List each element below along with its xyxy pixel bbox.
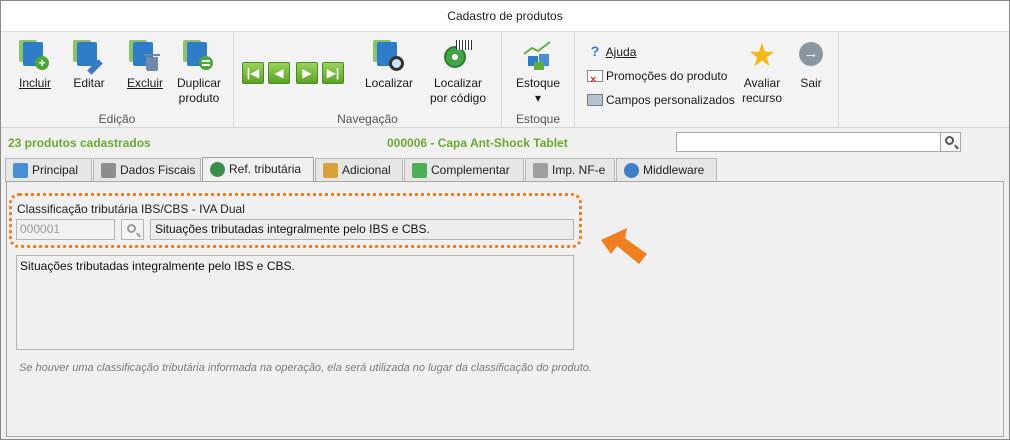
incluir-button[interactable]: + Incluir — [13, 40, 57, 91]
next-icon: ▶ — [302, 66, 312, 80]
tab-principal[interactable]: Principal — [5, 158, 92, 182]
next-record-button[interactable]: ▶ — [296, 62, 318, 84]
first-record-button[interactable]: |◀ — [242, 62, 264, 84]
tab-complementar-label: Complementar — [431, 163, 510, 177]
localizar-codigo-label-2: por código — [429, 91, 487, 105]
duplicar-label-2: produto — [178, 91, 220, 105]
search-icon — [945, 136, 954, 145]
ref-tributaria-tab-icon — [210, 162, 225, 177]
duplicate-product-icon — [183, 40, 215, 72]
tab-middleware-label: Middleware — [643, 163, 705, 177]
edit-product-icon — [73, 40, 105, 75]
adicional-tab-icon — [323, 163, 338, 178]
ribbon-group-estoque: Estoque ▾ Estoque — [502, 32, 575, 128]
classificacao-note: Se houver uma classificação tributária i… — [19, 362, 592, 374]
tab-adicional-label: Adicional — [342, 163, 391, 177]
classificacao-lookup-button[interactable] — [121, 219, 144, 240]
search-icon — [127, 224, 136, 233]
editar-label: Editar — [73, 76, 105, 90]
tab-principal-label: Principal — [32, 163, 79, 177]
tab-imp-nfe-label: Imp. NF-e — [552, 163, 606, 177]
localizar-por-codigo-button[interactable]: Localizar por código — [424, 40, 492, 106]
tab-middleware[interactable]: Middleware — [616, 158, 717, 182]
duplicar-produto-button[interactable]: Duplicar produto — [173, 40, 225, 106]
last-record-button[interactable]: ▶| — [322, 62, 344, 84]
status-row: 23 produtos cadastrados 000006 - Capa An… — [1, 130, 1009, 156]
last-icon: ▶| — [326, 66, 340, 80]
first-icon: |◀ — [246, 66, 260, 80]
principal-tab-icon — [13, 163, 28, 178]
tab-ref-tributaria-label: Ref. tributária — [229, 162, 302, 176]
search-input[interactable] — [676, 132, 941, 152]
incluir-label: Incluir — [18, 76, 51, 90]
excluir-label: Excluir — [126, 76, 163, 90]
ribbon-toolbar: + Incluir Editar Excluir Duplicar produt… — [1, 32, 1009, 128]
group-label-edicao: Edição — [98, 112, 136, 126]
localizar-button[interactable]: Localizar — [360, 40, 418, 91]
imp-nfe-tab-icon — [533, 163, 548, 178]
tab-dados-fiscais[interactable]: Dados Fiscais — [93, 158, 201, 182]
duplicar-label-1: Duplicar — [176, 76, 221, 90]
delete-product-icon — [129, 40, 161, 72]
classificacao-code-field[interactable]: 000001 — [16, 219, 115, 240]
classificacao-memo: Situações tributadas integralmente pelo … — [16, 255, 574, 350]
product-count: 23 produtos cadastrados — [8, 136, 151, 150]
estoque-label: Estoque — [515, 76, 561, 90]
ribbon-group-navegacao: |◀ ◀ ▶ ▶| Localizar Localizar por código… — [234, 32, 502, 128]
stock-chart-icon — [522, 40, 554, 72]
excluir-button[interactable]: Excluir — [121, 40, 169, 91]
tab-adicional[interactable]: Adicional — [315, 158, 403, 182]
current-product: 000006 - Capa Ant-Shock Tablet — [387, 136, 568, 150]
window-title: Cadastro de produtos — [1, 1, 1009, 32]
ribbon-group-edicao: + Incluir Editar Excluir Duplicar produt… — [1, 32, 234, 128]
complementar-tab-icon — [412, 163, 427, 178]
previous-icon: ◀ — [274, 66, 284, 80]
localizar-label: Localizar — [364, 76, 414, 90]
app-window: Cadastro de produtos + Incluir Editar Ex… — [0, 0, 1010, 440]
find-product-icon — [373, 40, 405, 72]
ribbon-group-extras — [575, 32, 839, 128]
previous-record-button[interactable]: ◀ — [268, 62, 290, 84]
dados-fiscais-tab-icon — [101, 163, 116, 178]
group-label-navegacao: Navegação — [337, 112, 398, 126]
editar-button[interactable]: Editar — [67, 40, 111, 91]
group-label-estoque: Estoque — [515, 112, 561, 126]
tab-ref-tributaria[interactable]: Ref. tributária — [202, 157, 314, 182]
estoque-dropdown-icon: ▾ — [534, 91, 542, 105]
classificacao-description-field: Situações tributadas integralmente pelo … — [150, 219, 574, 240]
arrow-pointer-icon — [601, 228, 647, 264]
estoque-button[interactable]: Estoque ▾ — [512, 40, 564, 106]
tab-dados-fiscais-label: Dados Fiscais — [120, 163, 196, 177]
tab-complementar[interactable]: Complementar — [404, 158, 524, 182]
classificacao-label: Classificação tributária IBS/CBS - IVA D… — [17, 202, 245, 216]
middleware-tab-icon — [624, 163, 639, 178]
search-button[interactable] — [941, 132, 961, 152]
barcode-search-icon — [442, 40, 474, 72]
tab-imp-nfe[interactable]: Imp. NF-e — [525, 158, 615, 182]
add-product-icon: + — [19, 40, 51, 72]
localizar-codigo-label-1: Localizar — [433, 76, 483, 90]
